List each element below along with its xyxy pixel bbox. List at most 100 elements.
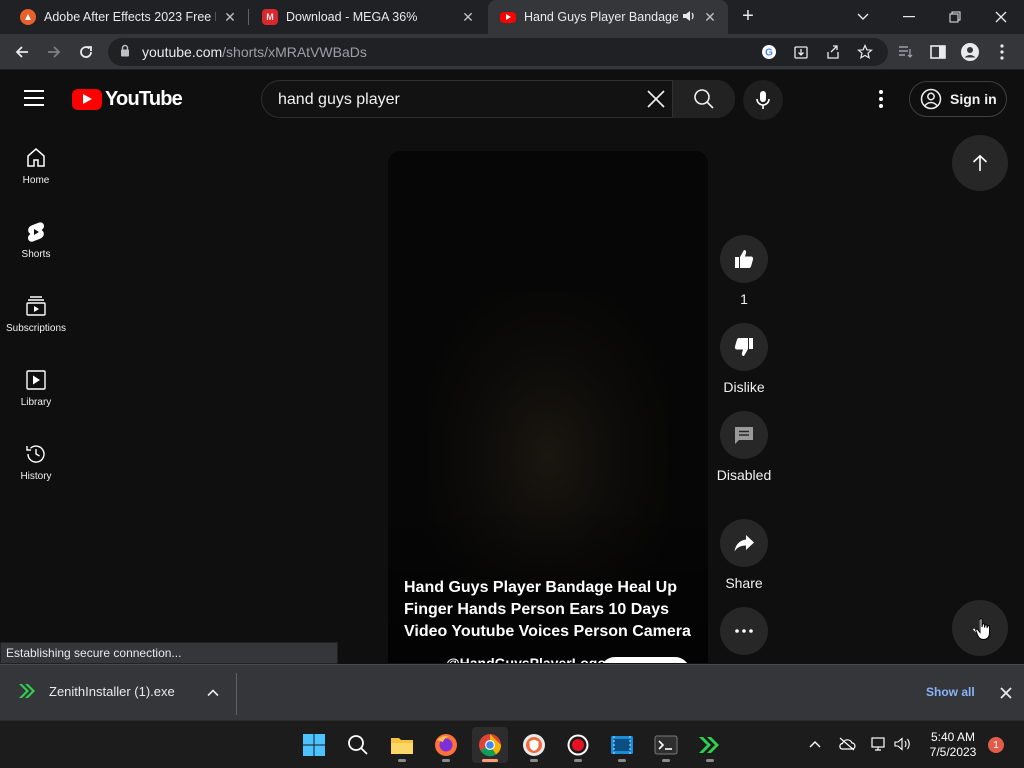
show-all-downloads-link[interactable]: Show all bbox=[926, 685, 975, 699]
install-app-icon[interactable] bbox=[792, 43, 810, 61]
running-indicator bbox=[618, 759, 626, 762]
speaker-icon bbox=[894, 737, 910, 751]
notification-badge[interactable]: 1 bbox=[988, 737, 1004, 753]
history-icon bbox=[26, 445, 45, 463]
dislike-label: Dislike bbox=[723, 379, 765, 395]
close-tab-icon[interactable]: ✕ bbox=[702, 9, 718, 26]
forward-button[interactable] bbox=[42, 40, 66, 64]
close-window-button[interactable] bbox=[978, 0, 1024, 34]
chrome-menu-button[interactable] bbox=[990, 40, 1014, 64]
shorts-video-player[interactable]: Hand Guys Player Bandage Heal Up Finger … bbox=[388, 151, 708, 663]
more-options-button[interactable] bbox=[720, 607, 768, 655]
url-path: /shorts/xMRAtVWBaDs bbox=[222, 44, 367, 60]
voice-search-button[interactable] bbox=[743, 80, 783, 120]
dot bbox=[879, 104, 883, 108]
folder-icon bbox=[391, 738, 413, 754]
clear-search-button[interactable] bbox=[644, 87, 668, 111]
taskbar-file-explorer[interactable] bbox=[384, 727, 420, 763]
taskbar-clock[interactable]: 5:40 AM 7/5/2023 bbox=[920, 730, 986, 760]
taskbar-screen-recorder[interactable] bbox=[560, 727, 596, 763]
sidebar-item-label: History bbox=[20, 471, 52, 482]
dislike-button[interactable] bbox=[720, 323, 768, 371]
restore-button[interactable] bbox=[932, 0, 978, 34]
close-tab-icon[interactable]: ✕ bbox=[460, 9, 476, 26]
share-arrow-icon bbox=[734, 535, 754, 552]
settings-menu-button[interactable] bbox=[870, 88, 892, 110]
menu-bar bbox=[24, 104, 44, 106]
reading-list-button[interactable] bbox=[894, 40, 918, 64]
arrow-left-icon bbox=[15, 46, 28, 58]
running-indicator bbox=[706, 759, 714, 762]
previous-short-button[interactable] bbox=[952, 135, 1008, 191]
browser-toolbar: youtube.com/shorts/xMRAtVWBaDs G bbox=[0, 34, 1024, 70]
network-tray-icon[interactable] bbox=[870, 735, 888, 753]
lock-icon[interactable] bbox=[120, 44, 130, 60]
sidebar-item-home[interactable]: Home bbox=[0, 128, 72, 202]
onedrive-tray-icon[interactable] bbox=[838, 735, 856, 753]
youtube-logo[interactable]: YouTube bbox=[72, 88, 183, 111]
zenith-app-icon bbox=[699, 737, 719, 753]
short-title: Hand Guys Player Bandage Heal Up Finger … bbox=[404, 579, 691, 640]
side-panel-icon bbox=[930, 45, 946, 59]
close-tab-icon[interactable]: ✕ bbox=[222, 9, 238, 26]
share-button[interactable] bbox=[720, 519, 768, 567]
dislike-action: Dislike bbox=[720, 323, 768, 397]
profile-button[interactable] bbox=[958, 40, 982, 64]
new-tab-button[interactable]: + bbox=[736, 4, 760, 28]
taskbar-zenith-installer[interactable] bbox=[692, 727, 728, 763]
share-label: Share bbox=[725, 575, 763, 591]
speaker-icon[interactable] bbox=[682, 10, 696, 25]
chevron-down-icon bbox=[857, 13, 869, 20]
sidebar-item-label: Library bbox=[20, 397, 52, 408]
taskbar-chrome[interactable] bbox=[472, 727, 508, 763]
back-button[interactable] bbox=[10, 40, 34, 64]
tab-youtube-short[interactable]: Hand Guys Player Bandage H ✕ bbox=[488, 0, 728, 34]
comments-action: Disabled bbox=[717, 411, 771, 485]
download-shelf: ZenithInstaller (1).exe Show all bbox=[0, 664, 1024, 720]
taskbar-search-button[interactable] bbox=[340, 727, 376, 763]
taskbar-video-editor[interactable] bbox=[604, 727, 640, 763]
network-icon bbox=[871, 737, 885, 751]
comments-button[interactable] bbox=[720, 411, 768, 459]
sidebar-item-library[interactable]: Library bbox=[0, 350, 72, 424]
side-panel-button[interactable] bbox=[926, 40, 950, 64]
microphone-icon bbox=[756, 91, 770, 109]
start-button[interactable] bbox=[296, 727, 332, 763]
sign-in-button[interactable]: Sign in bbox=[909, 81, 1007, 117]
volume-tray-icon[interactable] bbox=[894, 735, 912, 753]
comments-disabled-label: Disabled bbox=[716, 467, 772, 483]
sidebar-item-history[interactable]: History bbox=[0, 424, 72, 498]
download-item[interactable]: ZenithInstaller (1).exe bbox=[18, 683, 175, 699]
sidebar-item-subscriptions[interactable]: Subscriptions bbox=[0, 276, 72, 350]
sidebar-item-shorts[interactable]: Shorts bbox=[0, 202, 72, 276]
show-hidden-icons-button[interactable] bbox=[806, 735, 824, 753]
tab-mega-download[interactable]: M Download - MEGA 36% ✕ bbox=[250, 0, 486, 34]
taskbar-terminal[interactable] bbox=[648, 727, 684, 763]
bookmark-star-icon[interactable] bbox=[856, 43, 874, 61]
adobe-icon bbox=[20, 9, 36, 25]
like-button[interactable] bbox=[720, 235, 768, 283]
taskbar-firefox[interactable] bbox=[428, 727, 464, 763]
tab-adobe-after-effects[interactable]: Adobe After Effects 2023 Free Do ✕ bbox=[8, 0, 248, 34]
minimize-button[interactable] bbox=[886, 0, 932, 34]
taskbar-secure-browser[interactable] bbox=[516, 727, 552, 763]
zenith-file-icon bbox=[19, 684, 35, 698]
url-text: youtube.com/shorts/xMRAtVWBaDs bbox=[142, 44, 367, 60]
shorts-icon bbox=[28, 222, 44, 242]
terminal-icon bbox=[654, 735, 678, 755]
channel-handle[interactable]: @HandGuysPlayerLogo bbox=[446, 655, 606, 663]
guide-menu-button[interactable] bbox=[24, 90, 44, 106]
google-lens-icon[interactable]: G bbox=[760, 43, 778, 61]
download-options-button[interactable] bbox=[204, 684, 222, 702]
search-input[interactable]: hand guys player bbox=[278, 91, 400, 109]
close-download-shelf-button[interactable] bbox=[996, 683, 1016, 703]
share-page-icon[interactable] bbox=[824, 43, 842, 61]
comment-icon bbox=[735, 427, 753, 444]
subscribe-button[interactable] bbox=[600, 657, 690, 663]
tab-search-button[interactable] bbox=[840, 0, 886, 34]
reload-icon bbox=[80, 46, 92, 58]
address-bar[interactable]: youtube.com/shorts/xMRAtVWBaDs G bbox=[108, 38, 888, 66]
search-button[interactable] bbox=[672, 80, 735, 118]
reload-button[interactable] bbox=[74, 40, 98, 64]
youtube-icon bbox=[500, 11, 516, 23]
